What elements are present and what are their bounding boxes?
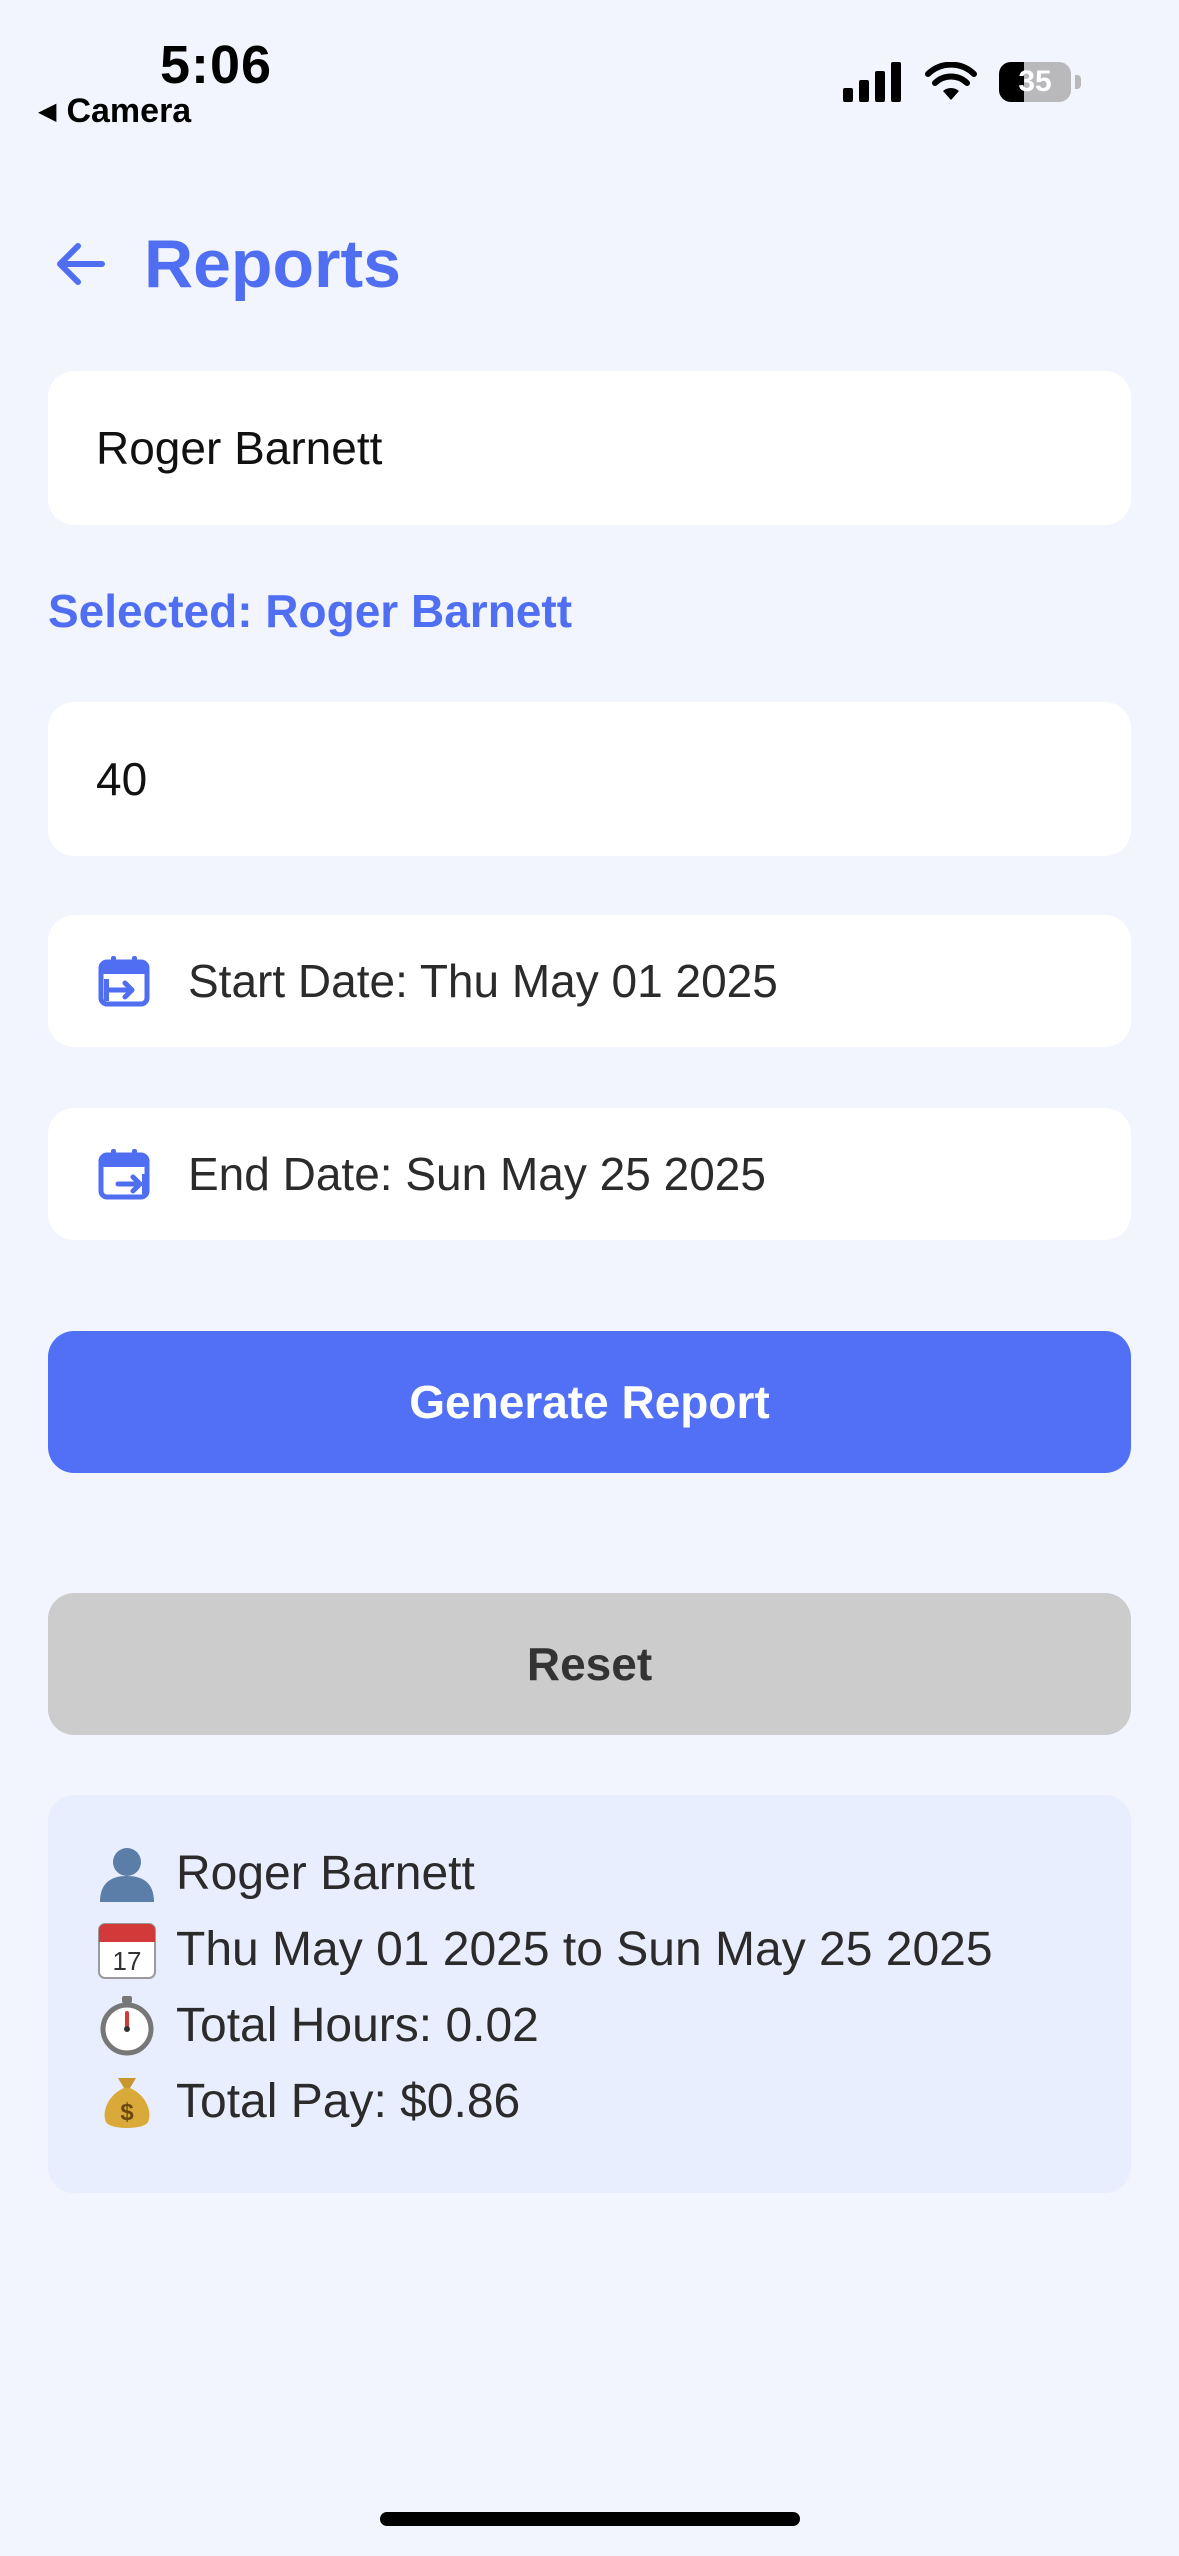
report-name-row: Roger Barnett <box>96 1835 1131 1911</box>
end-date-text: End Date: Sun May 25 2025 <box>188 1148 766 1200</box>
generate-report-button[interactable]: Generate Report <box>48 1331 1131 1473</box>
start-date-picker[interactable]: Start Date: Thu May 01 2025 <box>48 915 1131 1047</box>
back-arrow-icon[interactable] <box>52 236 108 292</box>
svg-text:$: $ <box>120 2099 134 2126</box>
report-total-hours: Total Hours: 0.02 <box>176 1998 539 2052</box>
svg-text:17: 17 <box>113 1946 142 1976</box>
calendar-icon: 17 <box>98 1923 156 1979</box>
report-hours-row: Total Hours: 0.02 <box>96 1987 1131 2063</box>
status-back-link[interactable]: ◀ Camera <box>38 92 191 131</box>
back-triangle-icon: ◀ <box>38 98 57 125</box>
report-date-row: 17 Thu May 01 2025 to Sun May 25 2025 <box>96 1911 1131 1987</box>
cellular-signal-icon <box>843 62 901 102</box>
calendar-start-icon <box>98 956 150 1007</box>
report-summary-card: Roger Barnett 17 Thu May 01 2025 to Sun … <box>48 1795 1131 2193</box>
report-name: Roger Barnett <box>176 1846 475 1900</box>
selected-employee-label: Selected: Roger Barnett <box>48 585 573 637</box>
battery-icon: 35 <box>999 62 1071 102</box>
battery-level: 35 <box>1018 65 1052 98</box>
person-icon <box>100 1848 154 1902</box>
calendar-end-icon <box>98 1149 150 1200</box>
status-icons: 35 <box>843 62 1081 102</box>
start-date-text: Start Date: Thu May 01 2025 <box>188 955 778 1007</box>
report-pay-row: $ Total Pay: $0.86 <box>96 2063 1131 2139</box>
status-time: 5:06 <box>160 35 273 95</box>
wifi-icon <box>925 62 977 100</box>
battery-tip <box>1075 75 1081 89</box>
reset-button[interactable]: Reset <box>48 1593 1131 1735</box>
hourly-rate-input[interactable]: 40 <box>48 702 1131 856</box>
header: Reports <box>52 225 401 303</box>
end-date-picker[interactable]: End Date: Sun May 25 2025 <box>48 1108 1131 1240</box>
stopwatch-icon <box>100 1996 154 2056</box>
report-date-range: Thu May 01 2025 to Sun May 25 2025 <box>176 1922 993 1976</box>
employee-input[interactable]: Roger Barnett <box>48 371 1131 525</box>
report-total-pay: Total Pay: $0.86 <box>176 2074 521 2128</box>
status-back-label: Camera <box>66 92 192 130</box>
money-bag-icon: $ <box>104 2078 150 2128</box>
page-title: Reports <box>144 226 401 302</box>
home-indicator[interactable] <box>380 2512 800 2526</box>
